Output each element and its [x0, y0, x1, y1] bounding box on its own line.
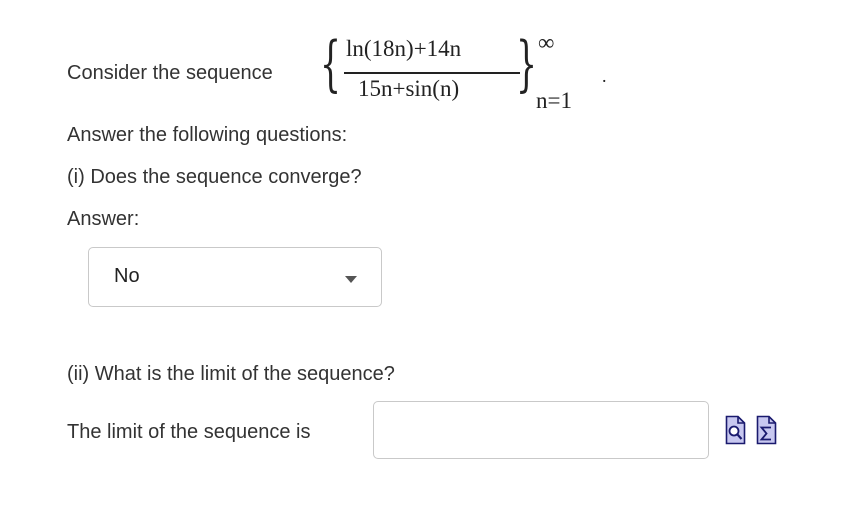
lower-limit: n=1 [536, 88, 572, 113]
left-brace: { [320, 29, 342, 99]
instructions-text: Answer the following questions: [67, 124, 348, 146]
sequence-denominator: 15n+sin(n) [358, 76, 460, 101]
fraction-bar [344, 72, 520, 74]
limit-answer-input[interactable] [373, 401, 709, 459]
intro-text: Consider the sequence [67, 62, 273, 84]
dropdown-selected-value: No [114, 265, 140, 287]
part2-prompt: (ii) What is the limit of the sequence? [67, 363, 395, 385]
trailing-dot: . [602, 66, 607, 86]
sequence-numerator: ln(18n)+14n [346, 36, 462, 61]
right-brace: } [516, 29, 538, 99]
sequence-expression: { ln(18n)+14n 15n+sin(n) } ∞ n=1 . [318, 30, 618, 120]
upper-limit: ∞ [538, 30, 555, 55]
preview-answer-icon[interactable] [725, 415, 746, 451]
part1-prompt: (i) Does the sequence converge? [67, 166, 362, 188]
converge-dropdown[interactable]: No [88, 247, 382, 307]
chevron-down-icon [345, 276, 357, 283]
equation-editor-icon[interactable] [756, 415, 777, 451]
answer-label: Answer: [67, 208, 140, 230]
limit-label: The limit of the sequence is [67, 421, 311, 443]
